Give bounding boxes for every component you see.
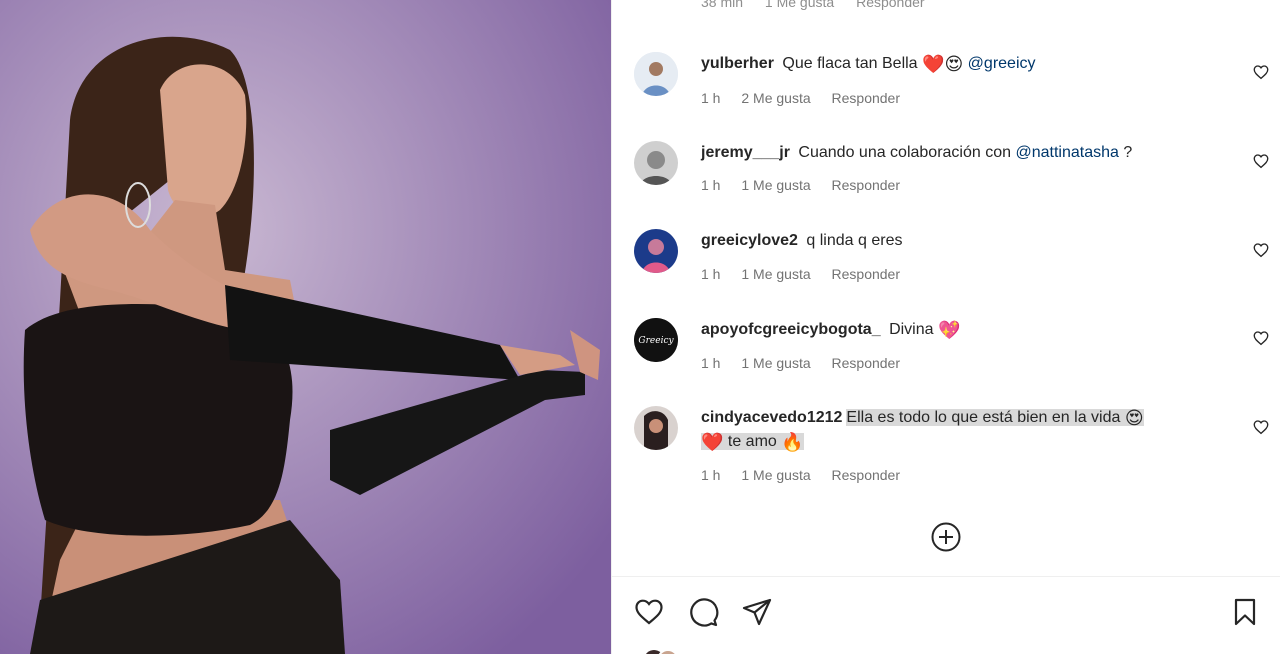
comment-mention[interactable]: @nattinatasha bbox=[1015, 144, 1118, 161]
avatar[interactable]: Greeicy bbox=[634, 318, 678, 362]
partial-comment-likes[interactable]: 1 Me gusta bbox=[765, 0, 834, 10]
comment-body: Que flaca tan Bella bbox=[782, 55, 918, 72]
comment-suffix: ? bbox=[1123, 144, 1133, 161]
plus-circle-icon[interactable] bbox=[930, 521, 962, 553]
comment-meta: 1 h 1 Me gusta Responder bbox=[701, 177, 917, 193]
fire-emoji-icon: 🔥 bbox=[781, 432, 804, 452]
comment-meta: 1 h 1 Me gusta Responder bbox=[701, 266, 917, 282]
comment-username[interactable]: greeicylove2 bbox=[701, 232, 798, 249]
comment-body: Divina bbox=[889, 321, 934, 338]
avatar-image bbox=[634, 141, 678, 185]
comment-text: yulberher Que flaca tan Bella ❤️😍 @greei… bbox=[701, 52, 1221, 76]
post-photo bbox=[0, 0, 611, 654]
avatar-logo-text: Greeicy bbox=[638, 336, 674, 346]
avatar-image bbox=[634, 406, 678, 450]
avatar[interactable] bbox=[634, 141, 678, 185]
comment-likes[interactable]: 1 Me gusta bbox=[741, 355, 810, 371]
heart-eyes-emoji-icon: 😍 bbox=[944, 54, 964, 74]
comment-reply-button[interactable]: Responder bbox=[832, 177, 901, 193]
sparkling-heart-emoji-icon: 💖 bbox=[937, 320, 961, 340]
comment-body: Ella es todo lo que está bien en la vida bbox=[846, 409, 1121, 426]
divider bbox=[612, 12, 1280, 13]
comment-time: 1 h bbox=[701, 177, 721, 193]
comment-reply-button[interactable]: Responder bbox=[832, 90, 901, 106]
comment-meta: 1 h 2 Me gusta Responder bbox=[701, 90, 917, 106]
comment-likes[interactable]: 1 Me gusta bbox=[741, 467, 810, 483]
bookmark-icon[interactable] bbox=[1229, 596, 1261, 628]
comment-meta: 1 h 1 Me gusta Responder bbox=[701, 467, 917, 483]
avatar[interactable] bbox=[634, 229, 678, 273]
comment-likes[interactable]: 1 Me gusta bbox=[741, 177, 810, 193]
comment-time: 1 h bbox=[701, 467, 721, 483]
comment-text: greeicylove2 q linda q eres bbox=[701, 229, 1221, 253]
comment-body: Cuando una colaboración con bbox=[798, 144, 1012, 161]
heart-icon[interactable] bbox=[633, 596, 665, 628]
partial-comment-meta: 38 min 1 Me gusta Responder bbox=[701, 0, 943, 10]
heart-outline-icon[interactable] bbox=[1252, 418, 1270, 436]
comment-text: jeremy___jr Cuando una colaboración con … bbox=[701, 141, 1221, 165]
comment-icon[interactable] bbox=[687, 596, 719, 628]
comment-reply-button[interactable]: Responder bbox=[832, 467, 901, 483]
comments-panel: 38 min 1 Me gusta Responder yulberher Qu… bbox=[611, 0, 1280, 654]
avatar[interactable] bbox=[634, 52, 678, 96]
comment-time: 1 h bbox=[701, 355, 721, 371]
paper-plane-icon[interactable] bbox=[741, 596, 773, 628]
heart-outline-icon[interactable] bbox=[1252, 329, 1270, 347]
liker-avatars[interactable] bbox=[642, 648, 682, 654]
avatar-image: Greeicy bbox=[634, 318, 678, 362]
partial-comment-reply[interactable]: Responder bbox=[856, 0, 925, 10]
red-heart-emoji-icon: ❤️ bbox=[701, 432, 724, 452]
heart-outline-icon[interactable] bbox=[1252, 152, 1270, 170]
divider bbox=[612, 576, 1280, 577]
comment-username[interactable]: cindyacevedo1212 bbox=[701, 409, 842, 426]
heart-eyes-emoji-icon: 😍 bbox=[1124, 408, 1144, 428]
comment-meta: 1 h 1 Me gusta Responder bbox=[701, 355, 917, 371]
comment-text: cindyacevedo1212 Ella es todo lo que está… bbox=[701, 406, 1221, 454]
comment-mention[interactable]: @greeicy bbox=[968, 55, 1036, 72]
comment-reply-button[interactable]: Responder bbox=[832, 355, 901, 371]
red-heart-emoji-icon: ❤️ bbox=[922, 54, 945, 74]
comment-time: 1 h bbox=[701, 266, 721, 282]
heart-outline-icon[interactable] bbox=[1252, 241, 1270, 259]
avatar[interactable] bbox=[634, 406, 678, 450]
comment-body-second-line: te amo bbox=[727, 433, 777, 450]
post-photo-illustration bbox=[0, 0, 611, 654]
comment-username[interactable]: yulberher bbox=[701, 55, 774, 72]
comment-username[interactable]: apoyofcgreeicybogota_ bbox=[701, 321, 881, 338]
comment-text: apoyofcgreeicybogota_ Divina 💖 bbox=[701, 318, 1221, 342]
comment-time: 1 h bbox=[701, 90, 721, 106]
comment-username[interactable]: jeremy___jr bbox=[701, 144, 790, 161]
partial-comment-time: 38 min bbox=[701, 0, 744, 10]
comment-likes[interactable]: 2 Me gusta bbox=[741, 90, 810, 106]
comment-reply-button[interactable]: Responder bbox=[832, 266, 901, 282]
heart-outline-icon[interactable] bbox=[1252, 63, 1270, 81]
comment-likes[interactable]: 1 Me gusta bbox=[741, 266, 810, 282]
avatar-image bbox=[634, 52, 678, 96]
comment-body: q linda q eres bbox=[806, 232, 903, 249]
avatar-image bbox=[634, 229, 678, 273]
